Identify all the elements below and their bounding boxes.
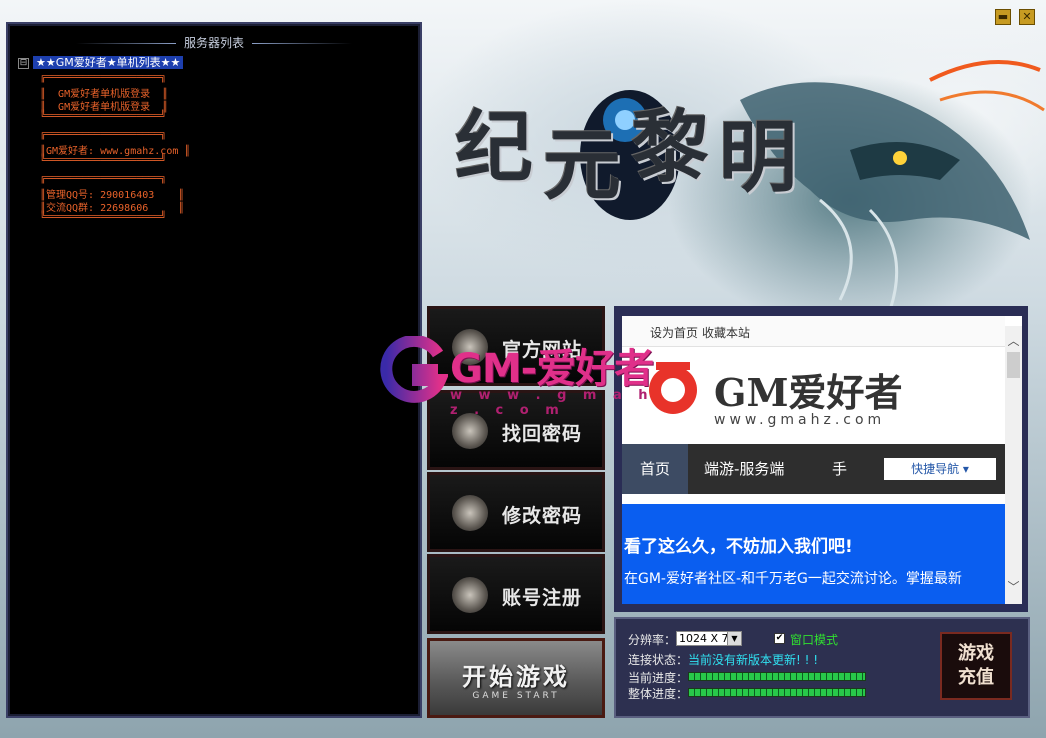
watermark: GM-爱好者 w w w . g m a h z . c o m xyxy=(378,334,668,418)
total-progress-label: 整体进度： xyxy=(628,687,689,701)
server-tree: ⊟ ★★GM爱好者★单机列表★★ xyxy=(18,56,184,70)
site-url: www.gmahz.com xyxy=(714,412,886,428)
site-logo: GM爱好者 www.gmahz.com xyxy=(642,356,1002,446)
watermark-logo-icon xyxy=(380,334,450,403)
start-game-label: 开始游戏 xyxy=(462,662,570,691)
join-banner: 看了这么久，不妨加入我们吧! 在GM-爱好者社区-和千万老G一起交流讨论。掌握最… xyxy=(622,504,1005,604)
change-password-button[interactable]: 修改密码 xyxy=(427,472,605,552)
recharge-label: 游戏 xyxy=(958,643,994,664)
server-entry[interactable]: ╚═══════════════════╝ xyxy=(40,111,166,122)
logo-char: 黎 xyxy=(631,102,710,193)
quick-nav-dropdown[interactable]: 快捷导航 ▾ xyxy=(884,458,996,480)
minimize-icon[interactable]: ▬ xyxy=(995,9,1011,25)
server-entry[interactable]: ╔═══════════════════╗ xyxy=(40,72,166,83)
tree-root-item[interactable]: ★★GM爱好者★单机列表★★ xyxy=(33,56,184,69)
server-list-panel: 服务器列表 ⊟ ★★GM爱好者★单机列表★★ ╔═════════════════… xyxy=(6,22,422,718)
resolution-label: 分辨率： xyxy=(628,633,677,647)
scroll-thumb[interactable] xyxy=(1007,352,1020,378)
recharge-label: 充值 xyxy=(958,667,994,688)
banner-heading: 看了这么久，不妨加入我们吧! xyxy=(624,537,853,557)
resolution-value: 1024 X 7 xyxy=(679,632,729,645)
watermark-url: w w w . g m a h z . c o m xyxy=(450,388,654,418)
collapse-icon[interactable]: ⊟ xyxy=(18,57,29,69)
button-label: 账号注册 xyxy=(502,587,583,609)
current-progress-label: 当前进度： xyxy=(628,671,689,685)
logo-char: 明 xyxy=(719,112,798,203)
news-browser: 设为首页 收藏本站 GM爱好者 www.gmahz.com 首页 端游-服务端 … xyxy=(614,306,1028,612)
game-logo: 纪 元 黎 明 xyxy=(455,85,815,220)
current-progress-bar xyxy=(688,672,866,681)
button-label: 找回密码 xyxy=(502,423,583,445)
server-list-title: 服务器列表 xyxy=(8,34,420,51)
logo-char: 纪 xyxy=(455,102,534,193)
chevron-down-icon[interactable]: ▼ xyxy=(727,632,741,645)
resolution-select[interactable]: 1024 X 7 ▼ xyxy=(676,631,742,646)
watermark-text: GM-爱好者 xyxy=(450,346,654,392)
status-value: 当前没有新版本更新! ! ! xyxy=(688,653,819,667)
windowed-mode-label: 窗口模式 xyxy=(790,633,839,647)
scroll-down-icon[interactable]: ﹀ xyxy=(1005,578,1022,595)
server-entry[interactable]: ╚═══════════════════╝ xyxy=(40,212,166,223)
bookmark-link[interactable]: 收藏本站 xyxy=(702,324,750,341)
server-entry[interactable]: ╔═══════════════════╗ xyxy=(40,129,166,140)
emblem-icon xyxy=(452,577,488,613)
close-icon[interactable]: ✕ xyxy=(1019,9,1035,25)
browser-content: 设为首页 收藏本站 GM爱好者 www.gmahz.com 首页 端游-服务端 … xyxy=(622,316,1022,604)
start-game-sublabel: GAME START xyxy=(472,691,560,701)
nav-pc-games[interactable]: 端游-服务端 xyxy=(704,444,784,494)
emblem-icon xyxy=(452,413,488,449)
banner-text: 在GM-爱好者社区-和千万老G一起交流讨论。掌握最新 xyxy=(624,571,962,587)
server-entry[interactable]: ╚═══════════════════╝ xyxy=(40,155,166,166)
site-navbar: 首页 端游-服务端 手 快捷导航 ▾ xyxy=(622,444,1005,494)
recharge-button[interactable]: 游戏 充值 xyxy=(940,632,1012,700)
register-account-button[interactable]: 账号注册 xyxy=(427,554,605,634)
nav-mobile[interactable]: 手 xyxy=(832,444,847,494)
total-progress-bar xyxy=(688,688,866,697)
site-topbar: 设为首页 收藏本站 xyxy=(622,316,1005,347)
site-name: GM爱好者 xyxy=(714,370,903,415)
windowed-mode-checkbox[interactable]: ✔ xyxy=(774,633,785,644)
scroll-up-icon[interactable]: ︿ xyxy=(1005,332,1022,349)
server-entry[interactable]: ╔═══════════════════╗ xyxy=(40,173,166,184)
browser-scrollbar[interactable]: ︿ ﹀ xyxy=(1005,326,1022,604)
emblem-icon xyxy=(452,495,488,531)
status-label: 连接状态： xyxy=(628,653,689,667)
logo-char: 元 xyxy=(543,120,622,211)
nav-home[interactable]: 首页 xyxy=(622,444,688,494)
button-label: 修改密码 xyxy=(502,505,583,527)
start-game-button[interactable]: 开始游戏 GAME START xyxy=(427,638,605,718)
